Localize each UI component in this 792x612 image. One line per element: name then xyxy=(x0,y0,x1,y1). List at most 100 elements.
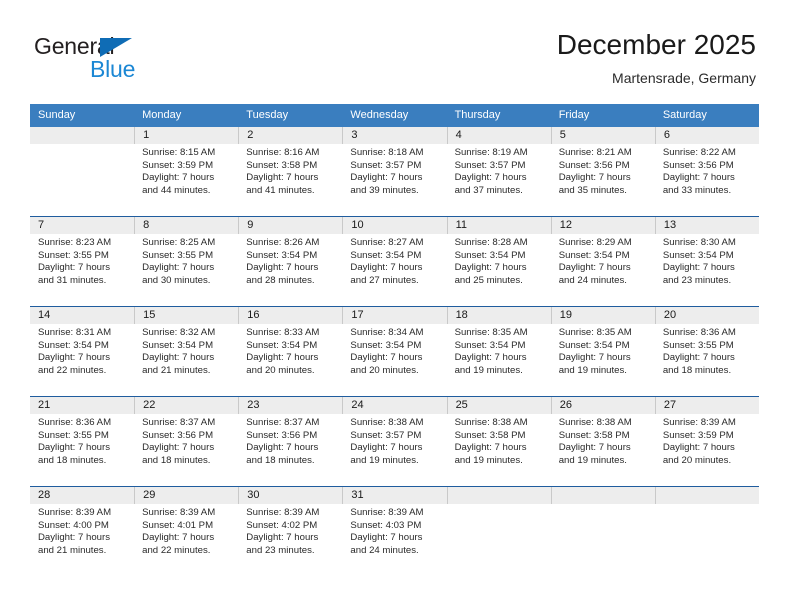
calendar-day-cell[interactable]: 26 Sunrise: 8:38 AM Sunset: 3:58 PM Dayligh… xyxy=(550,397,655,487)
daylight-duration-line2: and 19 minutes. xyxy=(454,364,523,376)
calendar-day-cell[interactable]: 12 Sunrise: 8:29 AM Sunset: 3:54 PM Dayligh… xyxy=(550,217,655,307)
day-number: 6 xyxy=(654,127,759,144)
daylight-duration-line2: and 19 minutes. xyxy=(558,454,627,466)
day-number: 31 xyxy=(342,487,447,504)
sunset-time: Sunset: 3:58 PM xyxy=(558,429,630,441)
calendar-day-cell[interactable]: 23 Sunrise: 8:37 AM Sunset: 3:56 PM Dayligh… xyxy=(238,397,343,487)
day-cell-content: 20 Sunrise: 8:36 AM Sunset: 3:55 PM Dayligh… xyxy=(654,307,759,396)
daylight-duration-line1: Daylight: 7 hours xyxy=(246,352,319,364)
day-number: 23 xyxy=(238,397,343,414)
calendar-day-cell[interactable]: 24 Sunrise: 8:38 AM Sunset: 3:57 PM Dayligh… xyxy=(342,397,447,487)
sunrise-time: Sunrise: 8:36 AM xyxy=(38,417,112,428)
calendar-day-cell[interactable]: 10 Sunrise: 8:27 AM Sunset: 3:54 PM Dayligh… xyxy=(342,217,447,307)
day-details: Sunrise: 8:37 AM Sunset: 3:56 PM Daylight:… xyxy=(134,414,238,467)
sunset-time: Sunset: 3:56 PM xyxy=(142,429,214,441)
day-details: Sunrise: 8:22 AM Sunset: 3:56 PM Daylight:… xyxy=(655,144,759,197)
sunrise-time: Sunrise: 8:37 AM xyxy=(142,417,216,428)
sunset-time: Sunset: 3:54 PM xyxy=(558,249,630,261)
daylight-duration-line1: Daylight: 7 hours xyxy=(662,262,735,274)
daylight-duration-line1: Daylight: 7 hours xyxy=(142,532,215,544)
sunset-time: Sunset: 3:54 PM xyxy=(246,339,318,351)
daylight-duration-line2: and 24 minutes. xyxy=(558,274,627,286)
day-details: Sunrise: 8:35 AM Sunset: 3:54 PM Daylight:… xyxy=(551,324,655,377)
daylight-duration-line1: Daylight: 7 hours xyxy=(246,532,319,544)
calendar-day-cell[interactable]: 3 Sunrise: 8:18 AM Sunset: 3:57 PM Daylight… xyxy=(342,127,447,217)
daylight-duration-line2: and 39 minutes. xyxy=(350,184,419,196)
calendar-day-cell[interactable]: 21 Sunrise: 8:36 AM Sunset: 3:55 PM Dayligh… xyxy=(30,397,135,487)
sunrise-time: Sunrise: 8:39 AM xyxy=(350,507,424,518)
daylight-duration-line2: and 30 minutes. xyxy=(142,274,211,286)
calendar-day-cell[interactable]: 25 Sunrise: 8:38 AM Sunset: 3:58 PM Dayligh… xyxy=(446,397,551,487)
calendar-day-cell[interactable]: 27 Sunrise: 8:39 AM Sunset: 3:59 PM Dayligh… xyxy=(654,397,759,487)
calendar-week-row: 21 Sunrise: 8:36 AM Sunset: 3:55 PM Dayligh… xyxy=(30,396,759,487)
sunrise-time: Sunrise: 8:21 AM xyxy=(558,147,632,158)
daylight-duration-line1: Daylight: 7 hours xyxy=(38,442,110,454)
day-cell-content: 28 Sunrise: 8:39 AM Sunset: 4:00 PM Dayligh… xyxy=(30,487,135,576)
sunset-time: Sunset: 3:55 PM xyxy=(142,249,214,261)
day-cell-content: 3 Sunrise: 8:18 AM Sunset: 3:57 PM Daylight… xyxy=(342,127,447,216)
sunrise-time: Sunrise: 8:38 AM xyxy=(454,417,528,428)
day-cell-content: 13 Sunrise: 8:30 AM Sunset: 3:54 PM Dayligh… xyxy=(654,217,759,306)
calendar-day-cell[interactable]: 28 Sunrise: 8:39 AM Sunset: 4:00 PM Dayligh… xyxy=(30,487,135,577)
calendar-day-cell[interactable]: 18 Sunrise: 8:35 AM Sunset: 3:54 PM Dayligh… xyxy=(446,307,551,397)
calendar-day-cell[interactable]: 11 Sunrise: 8:28 AM Sunset: 3:54 PM Dayligh… xyxy=(446,217,551,307)
title-block: December 2025 Martensrade, Germany xyxy=(557,28,756,88)
calendar-day-cell[interactable]: 20 Sunrise: 8:36 AM Sunset: 3:55 PM Dayligh… xyxy=(654,307,759,397)
calendar-day-cell[interactable]: 31 Sunrise: 8:39 AM Sunset: 4:03 PM Dayligh… xyxy=(342,487,447,577)
calendar-day-cell[interactable] xyxy=(654,487,759,577)
daylight-duration-line2: and 41 minutes. xyxy=(246,184,315,196)
day-number: 30 xyxy=(238,487,343,504)
calendar-day-cell[interactable] xyxy=(550,487,655,577)
daylight-duration-line1: Daylight: 7 hours xyxy=(142,172,215,184)
calendar-day-cell[interactable]: 16 Sunrise: 8:33 AM Sunset: 3:54 PM Dayligh… xyxy=(238,307,343,397)
calendar-day-cell[interactable]: 22 Sunrise: 8:37 AM Sunset: 3:56 PM Dayligh… xyxy=(134,397,239,487)
calendar-day-cell[interactable]: 6 Sunrise: 8:22 AM Sunset: 3:56 PM Daylight… xyxy=(654,127,759,217)
sunrise-time: Sunrise: 8:33 AM xyxy=(246,327,320,338)
calendar-day-cell[interactable]: 4 Sunrise: 8:19 AM Sunset: 3:57 PM Daylight… xyxy=(446,127,551,217)
calendar-day-cell[interactable]: 1 Sunrise: 8:15 AM Sunset: 3:59 PM Daylight… xyxy=(134,127,239,217)
sunrise-time: Sunrise: 8:35 AM xyxy=(558,327,632,338)
daylight-duration-line1: Daylight: 7 hours xyxy=(558,352,631,364)
calendar-day-cell[interactable]: 15 Sunrise: 8:32 AM Sunset: 3:54 PM Dayligh… xyxy=(134,307,239,397)
calendar-day-cell[interactable] xyxy=(446,487,551,577)
calendar-day-cell[interactable]: 29 Sunrise: 8:39 AM Sunset: 4:01 PM Dayligh… xyxy=(134,487,239,577)
calendar-day-cell[interactable]: 9 Sunrise: 8:26 AM Sunset: 3:54 PM Daylight… xyxy=(238,217,343,307)
weekday-header-monday: Monday xyxy=(134,104,239,127)
calendar-day-cell[interactable]: 7 Sunrise: 8:23 AM Sunset: 3:55 PM Daylight… xyxy=(30,217,135,307)
daylight-duration-line1: Daylight: 7 hours xyxy=(350,172,423,184)
calendar-day-cell[interactable]: 19 Sunrise: 8:35 AM Sunset: 3:54 PM Dayligh… xyxy=(550,307,655,397)
calendar-day-cell[interactable] xyxy=(30,127,135,217)
daylight-duration-line1: Daylight: 7 hours xyxy=(558,442,631,454)
day-details xyxy=(551,504,655,507)
sunset-time: Sunset: 3:59 PM xyxy=(142,159,214,171)
sunset-time: Sunset: 3:56 PM xyxy=(662,159,734,171)
calendar-week-row: 7 Sunrise: 8:23 AM Sunset: 3:55 PM Daylight… xyxy=(30,216,759,307)
day-details xyxy=(447,504,551,507)
calendar-day-cell[interactable]: 2 Sunrise: 8:16 AM Sunset: 3:58 PM Daylight… xyxy=(238,127,343,217)
day-cell-content: 2 Sunrise: 8:16 AM Sunset: 3:58 PM Daylight… xyxy=(238,127,343,216)
day-number xyxy=(446,487,551,504)
sunrise-time: Sunrise: 8:29 AM xyxy=(558,237,632,248)
weekday-header-thursday: Thursday xyxy=(446,104,551,127)
day-details: Sunrise: 8:31 AM Sunset: 3:54 PM Daylight:… xyxy=(30,324,134,377)
calendar-day-cell[interactable]: 5 Sunrise: 8:21 AM Sunset: 3:56 PM Daylight… xyxy=(550,127,655,217)
day-number: 21 xyxy=(30,397,135,414)
day-details: Sunrise: 8:36 AM Sunset: 3:55 PM Daylight:… xyxy=(655,324,759,377)
daylight-duration-line2: and 35 minutes. xyxy=(558,184,627,196)
calendar-day-cell[interactable]: 17 Sunrise: 8:34 AM Sunset: 3:54 PM Dayligh… xyxy=(342,307,447,397)
day-details: Sunrise: 8:38 AM Sunset: 3:58 PM Daylight:… xyxy=(447,414,551,467)
day-number: 26 xyxy=(550,397,655,414)
generalblue-logo[interactable]: General Blue xyxy=(34,33,224,85)
day-number xyxy=(654,487,759,504)
calendar-day-cell[interactable]: 8 Sunrise: 8:25 AM Sunset: 3:55 PM Daylight… xyxy=(134,217,239,307)
day-details: Sunrise: 8:33 AM Sunset: 3:54 PM Daylight:… xyxy=(238,324,342,377)
sunrise-time: Sunrise: 8:39 AM xyxy=(142,507,216,518)
sunset-time: Sunset: 3:54 PM xyxy=(454,339,526,351)
calendar-day-cell[interactable]: 30 Sunrise: 8:39 AM Sunset: 4:02 PM Dayligh… xyxy=(238,487,343,577)
daylight-duration-line1: Daylight: 7 hours xyxy=(350,442,423,454)
day-number: 1 xyxy=(134,127,239,144)
calendar-day-cell[interactable]: 13 Sunrise: 8:30 AM Sunset: 3:54 PM Dayligh… xyxy=(654,217,759,307)
daylight-duration-line1: Daylight: 7 hours xyxy=(662,172,735,184)
daylight-duration-line2: and 18 minutes. xyxy=(142,454,211,466)
calendar-day-cell[interactable]: 14 Sunrise: 8:31 AM Sunset: 3:54 PM Dayligh… xyxy=(30,307,135,397)
